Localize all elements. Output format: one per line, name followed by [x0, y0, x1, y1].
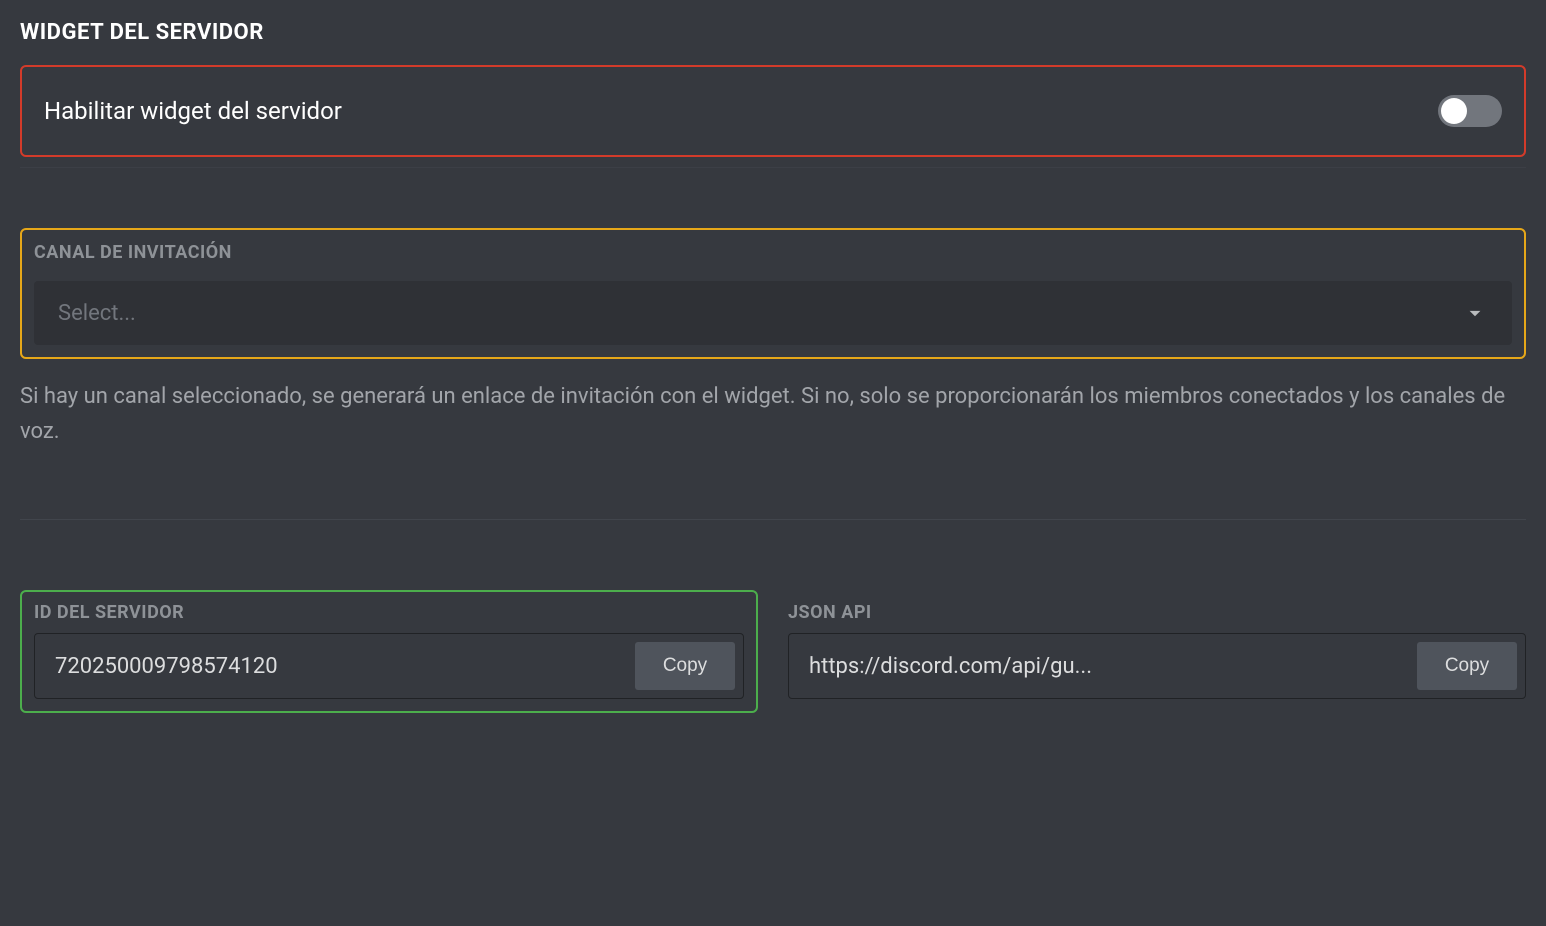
json-api-field: https://discord.com/api/gu... Copy	[788, 633, 1526, 699]
enable-widget-row: Habilitar widget del servidor	[20, 65, 1526, 157]
section-divider	[20, 519, 1526, 520]
section-heading: WIDGET DEL SERVIDOR	[20, 20, 1526, 45]
invite-channel-group: CANAL DE INVITACIÓN Select...	[20, 228, 1526, 359]
divider	[20, 167, 1526, 168]
json-api-label: JSON API	[788, 602, 1526, 623]
toggle-knob	[1441, 98, 1467, 124]
copy-server-id-button[interactable]: Copy	[635, 642, 735, 690]
server-id-group: ID DEL SERVIDOR 720250009798574120 Copy	[20, 590, 758, 713]
json-api-group: JSON API https://discord.com/api/gu... C…	[788, 590, 1526, 711]
chevron-down-icon	[1462, 300, 1488, 326]
enable-widget-label: Habilitar widget del servidor	[44, 97, 342, 125]
copy-json-api-button[interactable]: Copy	[1417, 642, 1517, 690]
json-api-value[interactable]: https://discord.com/api/gu...	[809, 654, 1405, 679]
enable-widget-toggle[interactable]	[1438, 95, 1502, 127]
invite-channel-select[interactable]: Select...	[34, 281, 1512, 345]
invite-channel-label: CANAL DE INVITACIÓN	[34, 242, 1512, 263]
server-id-value[interactable]: 720250009798574120	[55, 654, 623, 679]
server-id-label: ID DEL SERVIDOR	[34, 602, 744, 623]
server-id-field: 720250009798574120 Copy	[34, 633, 744, 699]
invite-channel-placeholder: Select...	[58, 301, 136, 326]
invite-help-text: Si hay un canal seleccionado, se generar…	[20, 379, 1526, 449]
id-api-row: ID DEL SERVIDOR 720250009798574120 Copy …	[20, 590, 1526, 713]
